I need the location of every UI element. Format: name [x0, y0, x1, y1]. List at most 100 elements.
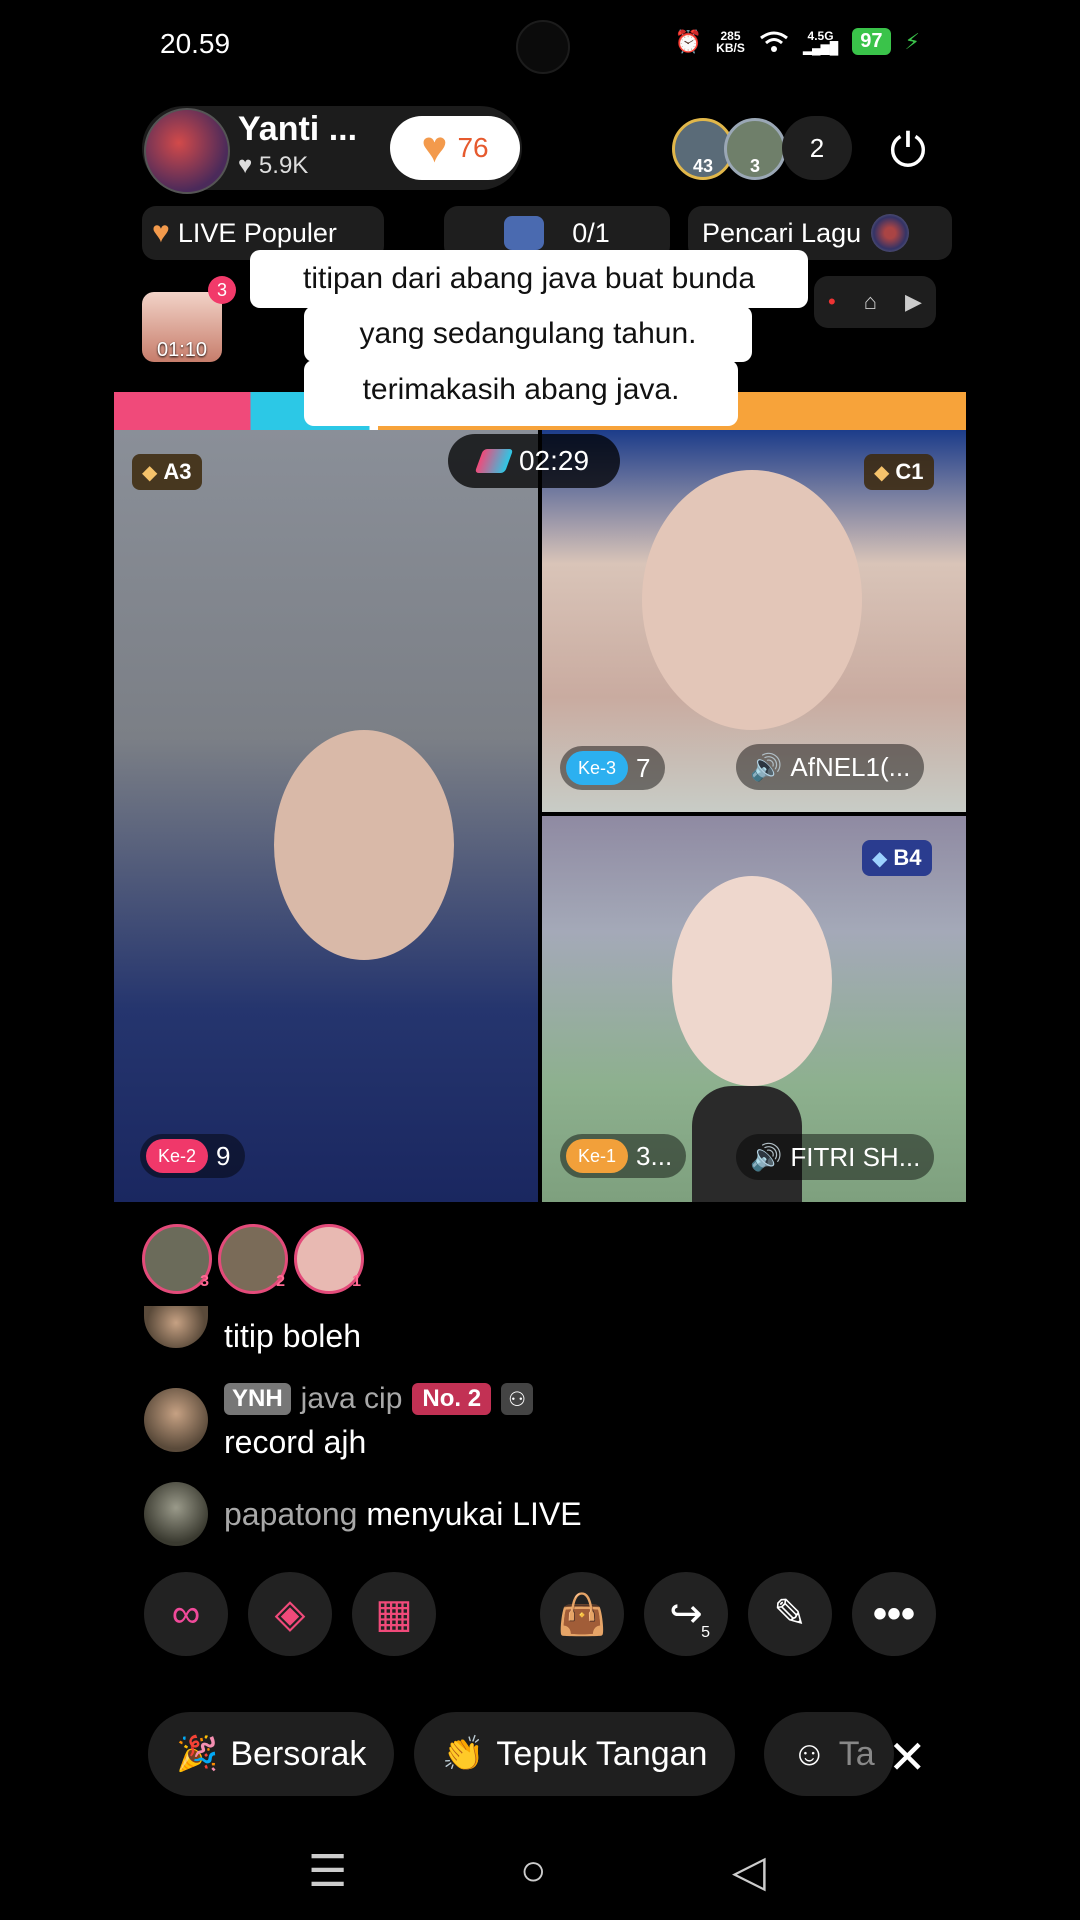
guest-name: AfNEL1(...: [790, 751, 911, 782]
gifter-rank: 3: [200, 1273, 209, 1290]
charging-icon: ⚡: [904, 28, 920, 54]
rank-tag: ◆ C1: [864, 454, 934, 490]
diamond-icon: ◆: [872, 847, 888, 870]
face-shape: [672, 876, 832, 1086]
heart-icon: ♥: [421, 123, 448, 172]
event-icon: [504, 216, 545, 250]
speaker-icon: 🔊: [750, 751, 783, 782]
top-gifter-avatar[interactable]: 1: [294, 1224, 364, 1294]
live-popular-label: LIVE Populer: [177, 217, 337, 248]
guest-name-pill[interactable]: 🔊 FITRI SH...: [736, 1134, 935, 1180]
power-icon[interactable]: ⏻: [880, 122, 936, 178]
alarm-icon: ⏰: [674, 28, 703, 54]
speaker-icon: 🔊: [750, 1141, 783, 1172]
disc-icon: [871, 214, 910, 252]
status-icons: ⏰ 285 KB/S 4.5G ▂▄▆█ 97 ⚡: [675, 28, 920, 55]
like-button[interactable]: ♥ 76: [390, 116, 520, 180]
grid-icon[interactable]: ▦: [352, 1572, 436, 1656]
caption-line: yang sedangulang tahun.: [304, 306, 752, 362]
boxing-icon[interactable]: ◈: [248, 1572, 332, 1656]
battle-icon: [474, 449, 514, 473]
gift-timer: 01:10: [156, 339, 208, 361]
top-gifter-avatar[interactable]: 2: [218, 1224, 288, 1294]
level-badge: YNH: [224, 1383, 291, 1415]
chat-username[interactable]: papatong: [224, 1496, 357, 1532]
user-badge-icon: ⚇: [501, 1383, 534, 1415]
viewer-avatar[interactable]: 3: [724, 118, 786, 180]
battery-icon: 97: [852, 28, 891, 55]
net-speed-unit: KB/S: [716, 40, 745, 55]
record-dot-icon: •: [828, 289, 836, 314]
rank-badge: No. 2: [412, 1383, 492, 1415]
battle-timer-value: 02:29: [518, 445, 590, 476]
viewer-count[interactable]: 2: [782, 116, 852, 180]
chat-event: papatong menyukai LIVE: [224, 1496, 582, 1533]
diamond-icon: ◆: [142, 461, 158, 484]
gift-badge: 3: [208, 276, 236, 304]
net-speed: 285 KB/S: [716, 30, 745, 54]
diamond-icon: ◆: [874, 461, 890, 484]
chat-event-text: menyukai LIVE: [366, 1496, 582, 1532]
host-avatar[interactable]: [144, 108, 230, 194]
caption-line: titipan dari abang java buat bunda: [250, 250, 808, 308]
rank-label: A3: [163, 459, 192, 484]
back-icon[interactable]: ◁: [732, 1846, 766, 1897]
third-reaction-button[interactable]: ☺ Ta: [764, 1712, 894, 1796]
caption-line: terimakasih abang java.: [304, 360, 738, 426]
guest-name-pill[interactable]: 🔊 AfNEL1(...: [736, 744, 925, 790]
network-type: 4.5G: [807, 28, 834, 43]
more-icon[interactable]: •••: [852, 1572, 936, 1656]
position-badge: Ke-2: [146, 1139, 209, 1173]
clap-button[interactable]: 👏 Tepuk Tangan: [414, 1712, 736, 1796]
menu-icon[interactable]: ☰: [308, 1846, 347, 1897]
play-icon: ▶: [905, 289, 922, 314]
player-score: Ke-3 7: [560, 746, 665, 790]
host-likes-value: 5.9K: [258, 152, 309, 179]
host-name[interactable]: Yanti ...: [238, 110, 357, 149]
heart-icon: ♥: [238, 152, 253, 179]
viewer-badge: 43: [692, 156, 714, 176]
shopping-bag-icon[interactable]: 👜: [540, 1572, 624, 1656]
song-search-label: Pencari Lagu: [702, 217, 862, 248]
signal-icon: 4.5G ▂▄▆█: [802, 28, 839, 55]
wifi-icon: [759, 31, 788, 52]
score-value: 9: [216, 1140, 231, 1171]
score-value: 3...: [636, 1140, 673, 1171]
circle-home-icon[interactable]: ○: [520, 1846, 547, 1896]
heart-icon: ♥: [152, 216, 170, 249]
chat-avatar[interactable]: [144, 1482, 208, 1546]
player-score: Ke-1 3...: [560, 1134, 687, 1178]
magic-wand-icon[interactable]: ✎: [748, 1572, 832, 1656]
clap-label: Tepuk Tangan: [496, 1734, 708, 1773]
link-icon[interactable]: ∞: [144, 1572, 228, 1656]
face-shape: [274, 730, 454, 960]
position-badge: Ke-1: [566, 1139, 629, 1173]
video-tile-host[interactable]: [114, 430, 538, 1202]
party-popper-icon: 🎉: [176, 1735, 219, 1773]
third-reaction-label: Ta: [838, 1734, 875, 1773]
like-count: 76: [457, 132, 489, 163]
position-badge: Ke-3: [566, 751, 629, 785]
score-value: 0/1: [572, 217, 610, 248]
battle-timer: 02:29: [448, 434, 620, 488]
cheer-button[interactable]: 🎉 Bersorak: [148, 1712, 395, 1796]
mini-control[interactable]: • ⌂ ▶: [814, 276, 936, 328]
rank-label: B4: [893, 845, 922, 870]
smile-icon: ☺: [792, 1734, 827, 1773]
rank-label: C1: [895, 459, 924, 484]
gifter-rank: 2: [276, 1273, 285, 1290]
chat-avatar[interactable]: [144, 1306, 208, 1348]
score-value: 7: [636, 752, 651, 783]
close-icon[interactable]: ✕: [888, 1730, 927, 1784]
top-gifter-avatar[interactable]: 3: [142, 1224, 212, 1294]
rank-tag: ◆ A3: [132, 454, 202, 490]
share-icon[interactable]: ↪ 5: [644, 1572, 728, 1656]
status-time: 20.59: [160, 28, 231, 59]
home-icon: ⌂: [863, 289, 878, 314]
gift-box-icon[interactable]: 01:10: [142, 292, 222, 362]
clap-icon: 👏: [442, 1735, 485, 1773]
chat-meta: YNH java cip No. 2 ⚇: [224, 1382, 534, 1416]
chat-username[interactable]: java cip: [301, 1382, 403, 1416]
chat-avatar[interactable]: [144, 1388, 208, 1452]
camera-cutout: [516, 20, 570, 74]
